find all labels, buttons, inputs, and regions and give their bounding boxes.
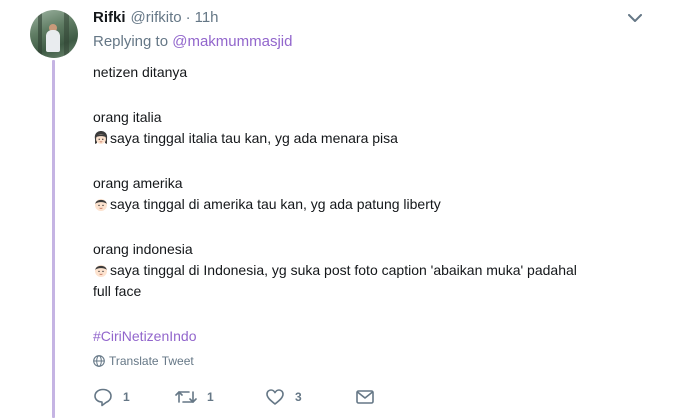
heart-icon [266,389,284,405]
reply-count: 1 [123,390,130,404]
tweet-actions: 1 1 3 [93,386,375,408]
envelope-icon [356,390,374,404]
hashtag-link[interactable]: #CiriNetizenIndo [93,328,197,344]
globe-icon [93,355,105,367]
separator-dot: · [185,8,191,26]
replying-to-mention[interactable]: @makmummasjid [172,33,292,50]
replying-to: Replying to @makmummasjid [93,33,292,50]
tweet-line: orang amerika [93,175,183,191]
like-button[interactable]: 3 [265,387,355,407]
tweet-timestamp[interactable]: 11h [195,9,219,26]
translate-label: Translate Tweet [109,354,194,368]
reply-button[interactable]: 1 [93,387,175,407]
tweet-line: orang indonesia [93,241,193,257]
retweet-icon [175,391,197,403]
tweet-line: #CiriNetizenIndo [93,326,653,347]
retweet-count: 1 [207,390,214,404]
more-options-caret-icon[interactable] [626,9,644,27]
display-name[interactable]: Rifki [93,9,126,26]
tweet-text: netizen ditanya orang italia saya tingga… [93,62,653,347]
man-face-emoji-icon [95,265,107,277]
tweet-line: saya tinggal di amerika tau kan, yg ada … [93,194,653,215]
reply-icon [94,388,112,407]
like-count: 3 [295,390,302,404]
tweet-line: full face [93,283,142,299]
retweet-button[interactable]: 1 [175,387,265,407]
man-face-emoji-icon [95,199,107,211]
tweet-line: saya tinggal di Indonesia, yg suka post … [93,260,653,281]
tweet-header: Rifki @rifkito · 11h [93,7,219,27]
replying-to-label: Replying to [93,33,169,50]
tweet-line: saya tinggal italia tau kan, yg ada mena… [93,128,653,149]
user-handle[interactable]: @rifkito [131,9,182,26]
tweet-line: orang italia [93,109,162,125]
thread-line [52,60,55,418]
direct-message-button[interactable] [355,387,375,407]
translate-tweet-link[interactable]: Translate Tweet [93,354,194,368]
woman-face-emoji-icon [94,131,108,144]
tweet-line: netizen ditanya [93,64,188,80]
avatar[interactable] [30,10,78,58]
